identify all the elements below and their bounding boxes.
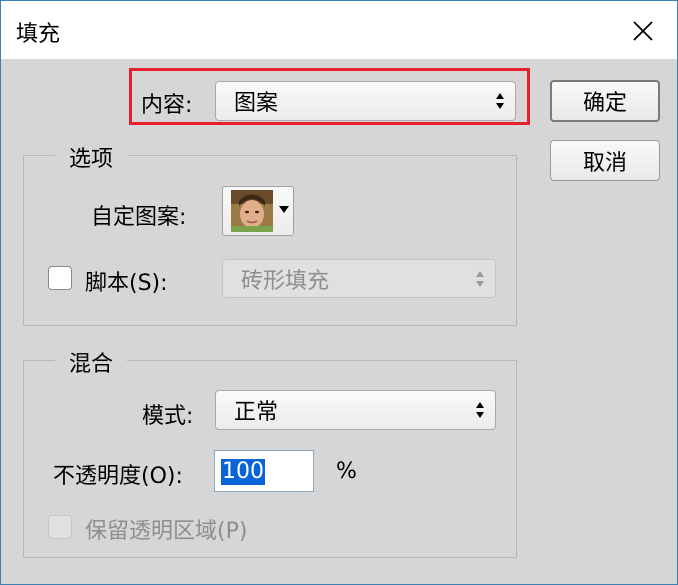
blend-group-title: 混合 [55,346,128,378]
script-checkbox[interactable] [48,266,72,290]
chevron-down-icon [279,206,289,213]
cancel-button[interactable]: 取消 [550,140,660,181]
script-select[interactable]: 砖形填充 [222,259,496,298]
opacity-label: 不透明度(O): [53,464,183,489]
updown-arrows-icon [476,402,484,418]
opacity-input-value: 100 [221,459,265,485]
pattern-face-image [231,190,273,232]
content-select[interactable]: 图案 [215,81,516,121]
content-select-value: 图案 [234,91,279,116]
pattern-thumbnail [231,190,273,232]
content-label: 内容: [141,93,193,118]
close-button[interactable] [621,11,665,51]
script-label: 脚本(S): [85,271,168,296]
opacity-input[interactable]: 100 [214,450,314,492]
preserve-transparency-checkbox[interactable] [48,515,72,539]
script-select-value: 砖形填充 [241,268,330,294]
custom-pattern-label: 自定图案: [91,205,187,230]
ok-button[interactable]: 确定 [550,80,660,122]
pattern-picker[interactable] [222,186,294,236]
updown-arrows-icon [476,270,484,287]
dialog-title: 填充 [16,22,61,47]
title-bar: 填充 [1,1,677,59]
mode-select[interactable]: 正常 [215,390,496,430]
mode-label: 模式: [142,404,194,429]
close-icon [633,21,653,41]
fill-dialog: 填充 内容: 图案 确定 取消 选项 自定图案: 脚本(S): 砖形填充 混合 … [0,0,678,585]
opacity-unit: % [336,459,357,484]
options-group-title: 选项 [55,141,128,173]
options-group [23,155,517,326]
mode-select-value: 正常 [234,400,279,425]
updown-arrows-icon [496,93,504,109]
preserve-transparency-label: 保留透明区域(P) [85,519,248,544]
